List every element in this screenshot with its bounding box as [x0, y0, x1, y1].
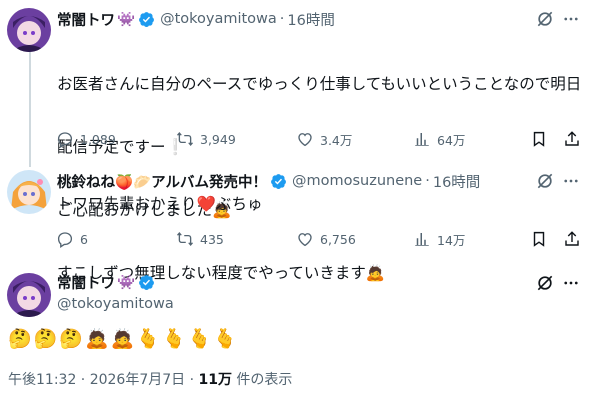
repost-button[interactable]: 435 — [176, 227, 224, 251]
grok-icon[interactable] — [534, 272, 556, 294]
like-button[interactable]: 3.4万 — [296, 127, 352, 151]
reply-button[interactable]: 6 — [56, 227, 88, 251]
action-bar: 6 435 6,756 14万 — [51, 227, 581, 251]
timestamp[interactable]: 16時間 — [433, 171, 480, 192]
grok-icon[interactable] — [534, 8, 556, 30]
share-icon — [565, 131, 579, 146]
reply-button[interactable]: 1,089 — [56, 127, 116, 151]
finger-heart-emoji: 🫰 — [162, 328, 186, 350]
display-name[interactable]: 常闇トワ — [57, 9, 115, 30]
finger-heart-emoji: 🫰 — [136, 328, 161, 350]
reply-count: 1,089 — [80, 131, 116, 147]
avatar[interactable] — [7, 8, 51, 52]
bowing-emoji: 🙇 — [110, 328, 135, 350]
reply-icon — [57, 132, 73, 148]
action-bar: 1,089 3,949 3.4万 64万 — [51, 127, 581, 151]
view-count: 14万 — [437, 232, 466, 248]
views-icon — [415, 233, 429, 246]
separator-dot: · — [279, 11, 285, 27]
bookmark-icon — [533, 131, 545, 147]
view-count-label: 件の表示 — [231, 372, 293, 388]
more-icon[interactable] — [560, 170, 582, 192]
reply-count: 6 — [80, 231, 88, 247]
repost-icon — [176, 231, 194, 247]
like-icon — [298, 133, 312, 147]
more-icon[interactable] — [560, 272, 582, 294]
view-count-total: 11万 — [198, 372, 232, 388]
name-emoji: 👾 — [117, 11, 136, 28]
tweet-line: お医者さんに自分のペースでゆっくり仕事してもいいということなので明日 — [57, 75, 582, 93]
avatar[interactable] — [7, 170, 51, 214]
post-timestamp[interactable]: 午後11:32 · 2026年7月7日 · — [8, 372, 199, 388]
share-icon — [565, 231, 579, 246]
reply-icon — [57, 232, 73, 248]
tweet-1[interactable]: 常闇トワ 👾 @tokoyamitowa · 16時間 お医者さんに自分のペース… — [0, 8, 592, 282]
share-button[interactable] — [563, 227, 581, 251]
finger-heart-emoji: 🫰 — [213, 328, 238, 350]
handle[interactable]: @momosuzunene — [292, 173, 422, 189]
repost-count: 435 — [200, 231, 224, 247]
like-icon — [298, 233, 312, 247]
views-button[interactable]: 64万 — [413, 127, 465, 151]
like-count: 3.4万 — [320, 132, 353, 148]
views-button[interactable]: 14万 — [413, 227, 465, 251]
handle[interactable]: @tokoyamitowa — [160, 11, 277, 27]
bookmark-icon — [533, 231, 545, 247]
name-emoji: 👾 — [117, 274, 136, 291]
timestamp[interactable]: 16時間 — [287, 9, 334, 30]
display-name[interactable]: 桃鈴ねね🍑🥟アルバム発売中！ — [57, 171, 267, 192]
bookmark-button[interactable] — [530, 127, 548, 151]
verified-badge-icon — [138, 11, 155, 28]
avatar[interactable] — [7, 273, 51, 317]
tweet-text: トワワ先輩おかえり❤️ぶちゅ — [57, 195, 263, 213]
share-button[interactable] — [563, 127, 581, 151]
bookmark-button[interactable] — [530, 227, 548, 251]
like-button[interactable]: 6,756 — [296, 227, 356, 251]
like-count: 6,756 — [320, 231, 356, 247]
view-count: 64万 — [437, 132, 466, 148]
views-icon — [415, 133, 429, 146]
repost-count: 3,949 — [200, 131, 236, 147]
bowing-emoji: 🙇 — [85, 328, 109, 350]
thinking-emoji: 🤔 — [59, 328, 84, 350]
display-name[interactable]: 常闇トワ — [57, 272, 115, 293]
tweet-emoji-text: 🤔 🤔 🤔 🙇 🙇 🫰 🫰 🫰 🫰 — [8, 327, 237, 351]
handle[interactable]: @tokoyamitowa — [57, 296, 174, 312]
thinking-emoji: 🤔 — [8, 328, 32, 350]
tweet-2[interactable]: 桃鈴ねね🍑🥟アルバム発売中！ @momosuzunene · 16時間 トワワ先… — [0, 170, 592, 260]
verified-badge-icon — [138, 274, 155, 291]
grok-icon[interactable] — [534, 170, 556, 192]
more-icon[interactable] — [560, 8, 582, 30]
tweet-meta: 午後11:32 · 2026年7月7日 · 11万 件の表示 — [8, 369, 292, 389]
repost-button[interactable]: 3,949 — [176, 127, 236, 151]
verified-badge-icon — [270, 173, 287, 190]
finger-heart-emoji: 🫰 — [187, 328, 212, 350]
repost-icon — [176, 131, 194, 147]
thinking-emoji: 🤔 — [33, 328, 58, 350]
separator-dot: · — [425, 173, 430, 189]
